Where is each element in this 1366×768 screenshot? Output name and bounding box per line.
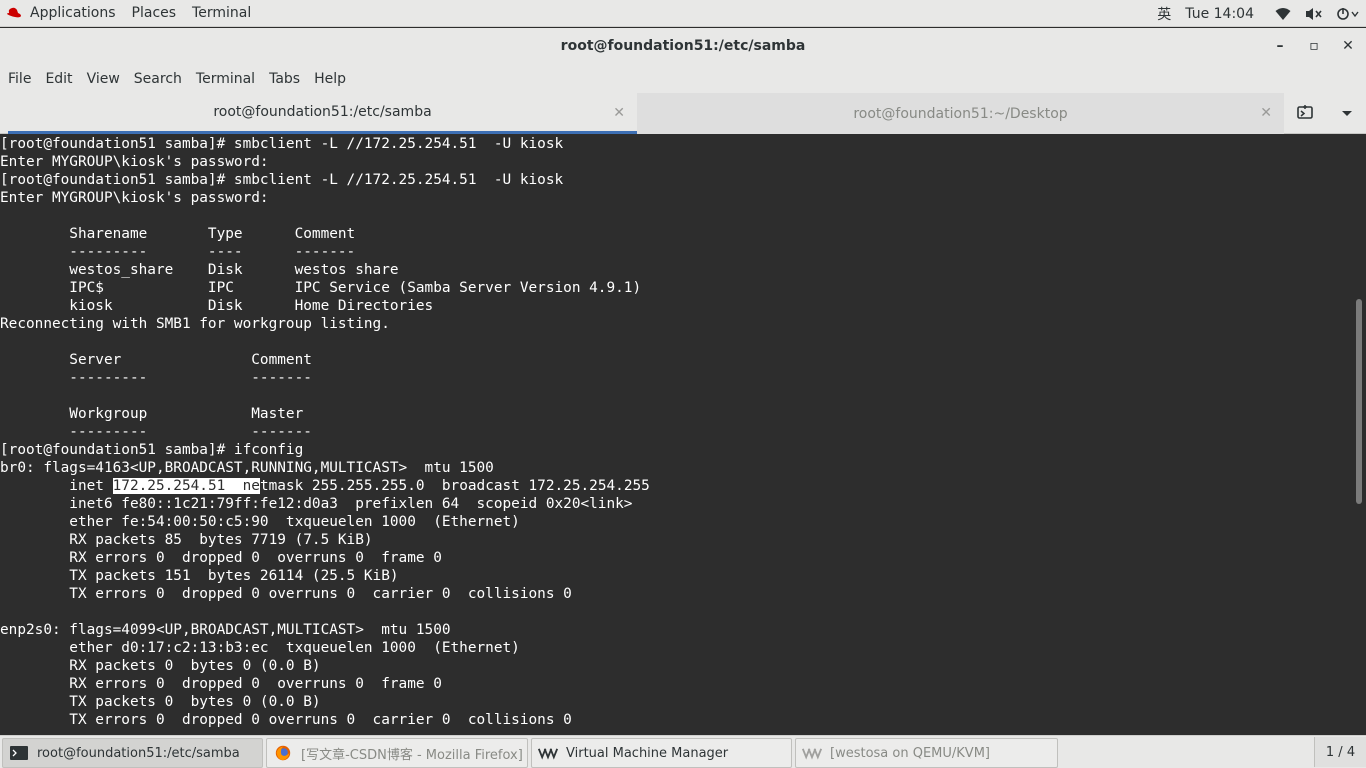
menu-edit[interactable]: Edit bbox=[38, 64, 79, 93]
menu-terminal[interactable]: Terminal bbox=[189, 64, 262, 93]
virt-manager-icon bbox=[802, 748, 822, 760]
terminal-line: enp2s0: flags=4099<UP,BROADCAST,MULTICAS… bbox=[0, 622, 451, 638]
terminal-line: Workgroup Master bbox=[0, 406, 304, 422]
terminal-selection: 172.25.254.51 ne bbox=[112, 478, 260, 494]
new-tab-icon[interactable] bbox=[1296, 104, 1316, 122]
menu-search[interactable]: Search bbox=[127, 64, 189, 93]
terminal-line: Sharename Type Comment bbox=[0, 226, 356, 242]
terminal-line: inet 172.25.254.51 netmask 255.255.255.0… bbox=[0, 477, 1352, 495]
terminal-line: RX packets 0 bytes 0 (0.0 B) bbox=[0, 658, 321, 674]
taskbar-label: [写文章-CSDN博客 - Mozilla Firefox] bbox=[301, 747, 523, 763]
close-button[interactable]: ✕ bbox=[1331, 28, 1365, 64]
terminal-line: IPC$ IPC IPC Service (Samba Server Versi… bbox=[0, 280, 642, 296]
terminal-line: RX errors 0 dropped 0 overruns 0 frame 0 bbox=[0, 676, 442, 692]
taskbar-item-terminal[interactable]: root@foundation51:/etc/samba bbox=[2, 738, 263, 768]
tab-bar: root@foundation51:/etc/samba ✕ root@foun… bbox=[0, 93, 1366, 134]
terminal-line: TX packets 151 bytes 26114 (25.5 KiB) bbox=[0, 568, 399, 584]
firefox-icon bbox=[275, 745, 291, 761]
menu-help[interactable]: Help bbox=[307, 64, 353, 93]
applications-menu[interactable]: Applications bbox=[0, 0, 124, 27]
taskbar-item-firefox[interactable]: [写文章-CSDN博客 - Mozilla Firefox] bbox=[266, 738, 528, 768]
terminal-scrollbar[interactable] bbox=[1352, 134, 1366, 735]
terminal-line: Server Comment bbox=[0, 352, 312, 368]
terminal-line: [root@foundation51 samba]# ifconfig bbox=[0, 442, 304, 458]
minimize-button[interactable]: – bbox=[1263, 28, 1297, 64]
virt-manager-icon bbox=[538, 748, 558, 760]
terminal-line: inet6 fe80::1c21:79ff:fe12:d0a3 prefixle… bbox=[0, 496, 633, 512]
top-panel: Applications Places Terminal 英 Tue 14:04 bbox=[0, 0, 1366, 27]
taskbar-item-westosa-vm[interactable]: [westosa on QEMU/KVM] bbox=[795, 738, 1058, 768]
window-titlebar[interactable]: root@foundation51:/etc/samba – ▫ ✕ bbox=[0, 28, 1366, 64]
terminal-line: TX packets 0 bytes 0 (0.0 B) bbox=[0, 694, 321, 710]
clock[interactable]: Tue 14:04 bbox=[1178, 0, 1268, 27]
window-title: root@foundation51:/etc/samba bbox=[560, 38, 806, 54]
terminal-line: ether d0:17:c2:13:b3:ec txqueuelen 1000 … bbox=[0, 640, 520, 656]
terminal-app-menu[interactable]: Terminal bbox=[184, 0, 259, 27]
menu-tabs[interactable]: Tabs bbox=[262, 64, 307, 93]
taskbar-label: root@foundation51:/etc/samba bbox=[37, 745, 240, 761]
terminal-line: westos_share Disk westos share bbox=[0, 262, 399, 278]
terminal-line: Enter MYGROUP\kiosk's password: bbox=[0, 154, 278, 170]
terminal-line: --------- ------- bbox=[0, 370, 312, 386]
terminal-output[interactable]: [root@foundation51 samba]# smbclient -L … bbox=[0, 134, 1352, 735]
menu-view[interactable]: View bbox=[80, 64, 127, 93]
tab-desktop[interactable]: root@foundation51:~/Desktop ✕ bbox=[637, 93, 1284, 134]
scrollbar-thumb[interactable] bbox=[1356, 299, 1362, 504]
terminal-line: [root@foundation51 samba]# smbclient -L … bbox=[0, 172, 564, 188]
places-menu[interactable]: Places bbox=[124, 0, 185, 27]
terminal-line: --------- ------- bbox=[0, 424, 312, 440]
bottom-taskbar: root@foundation51:/etc/samba [写文章-CSDN博客… bbox=[0, 735, 1366, 768]
terminal-line: --------- ---- ------- bbox=[0, 244, 356, 260]
power-icon[interactable] bbox=[1330, 0, 1366, 27]
terminal-text: tmask 255.255.255.0 broadcast 172.25.254… bbox=[259, 478, 650, 494]
tab-close-icon[interactable]: ✕ bbox=[613, 105, 625, 121]
terminal-line: RX errors 0 dropped 0 overruns 0 frame 0 bbox=[0, 550, 442, 566]
redhat-logo-icon bbox=[7, 7, 21, 18]
taskbar-label: Virtual Machine Manager bbox=[566, 745, 729, 761]
terminal-icon bbox=[10, 746, 28, 760]
terminal-line: TX errors 0 dropped 0 overruns 0 carrier… bbox=[0, 586, 572, 602]
terminal-text: inet bbox=[0, 478, 113, 494]
applications-label: Applications bbox=[30, 5, 116, 21]
terminal-line: RX packets 85 bytes 7719 (7.5 KiB) bbox=[0, 532, 373, 548]
tab-etc-samba[interactable]: root@foundation51:/etc/samba ✕ bbox=[8, 93, 637, 134]
input-method-indicator[interactable]: 英 bbox=[1150, 0, 1178, 27]
tab-label: root@foundation51:~/Desktop bbox=[853, 105, 1068, 122]
tabs-menu-chevron-down-icon[interactable] bbox=[1340, 104, 1354, 122]
volume-muted-icon[interactable] bbox=[1298, 0, 1330, 27]
tab-label: root@foundation51:/etc/samba bbox=[213, 104, 432, 120]
taskbar-label: [westosa on QEMU/KVM] bbox=[830, 745, 990, 761]
menu-file[interactable]: File bbox=[1, 64, 38, 93]
terminal-line: br0: flags=4163<UP,BROADCAST,RUNNING,MUL… bbox=[0, 460, 494, 476]
workspace-switcher[interactable]: 1 / 4 bbox=[1314, 737, 1366, 767]
terminal-line: Enter MYGROUP\kiosk's password: bbox=[0, 190, 278, 206]
tab-close-icon[interactable]: ✕ bbox=[1260, 105, 1272, 121]
terminal-line: TX errors 0 dropped 0 overruns 0 carrier… bbox=[0, 712, 572, 728]
terminal-line: ether fe:54:00:50:c5:90 txqueuelen 1000 … bbox=[0, 514, 520, 530]
taskbar-item-virt-manager[interactable]: Virtual Machine Manager bbox=[531, 738, 792, 768]
maximize-button[interactable]: ▫ bbox=[1297, 28, 1331, 64]
wifi-icon[interactable] bbox=[1268, 0, 1298, 27]
terminal-line: Reconnecting with SMB1 for workgroup lis… bbox=[0, 316, 390, 332]
terminal-line: [root@foundation51 samba]# smbclient -L … bbox=[0, 136, 564, 152]
terminal-line: kiosk Disk Home Directories bbox=[0, 298, 434, 314]
menubar: File Edit View Search Terminal Tabs Help bbox=[0, 64, 1366, 93]
